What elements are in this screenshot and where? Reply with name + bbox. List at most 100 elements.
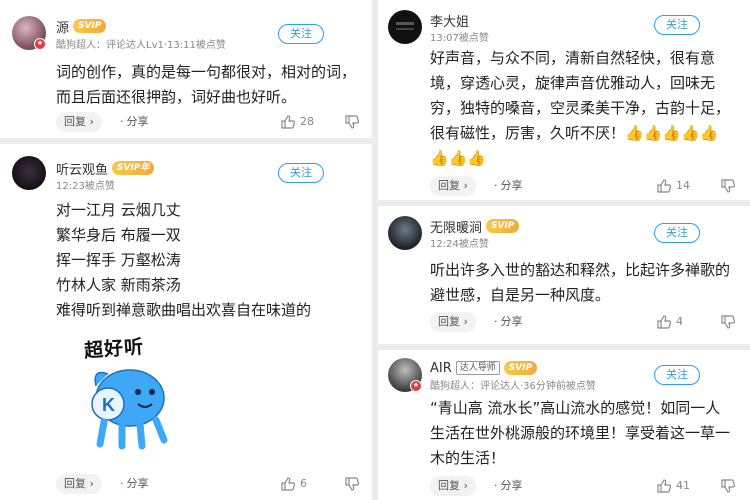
user-name[interactable]: 听云观鱼: [56, 159, 108, 178]
thumbs-down-icon: [720, 314, 736, 330]
comment-line: 对一江月 云烟几丈: [56, 201, 181, 219]
comment-card: 李大姐 13:07被点赞 关注 好声音，与众不同，清新自然轻快，很有意 境，穿透…: [378, 0, 750, 200]
user-name-row: 无限暖涧 SVIP: [430, 217, 520, 236]
reply-button[interactable]: 回复 ›: [56, 112, 102, 132]
svip-badge: SVIP: [486, 219, 520, 233]
like-count: 41: [676, 479, 690, 492]
reply-button[interactable]: 回复 ›: [430, 476, 476, 496]
share-button[interactable]: · 分享: [120, 112, 149, 132]
comment-line: 词的创作，真的是每一句都很对，相对的词，: [56, 63, 357, 81]
comment-line: 避世感，自是另一种风度。: [430, 286, 611, 304]
dislike-button[interactable]: [344, 476, 360, 492]
like-button[interactable]: 14: [656, 176, 690, 196]
thumbs-down-icon: [344, 114, 360, 130]
like-button[interactable]: 41: [656, 476, 690, 496]
user-name[interactable]: 无限暖涧: [430, 217, 482, 236]
dislike-button[interactable]: [720, 478, 736, 494]
share-label: 分享: [126, 115, 149, 128]
thumbs-up-icon: [656, 178, 672, 194]
user-name[interactable]: 源: [56, 17, 69, 36]
share-button[interactable]: · 分享: [494, 312, 523, 332]
comment-card: 听云观鱼 SVIP年 12:23被点赞 关注 对一江月 云烟几丈 繁华身后 布履…: [0, 144, 372, 500]
avatar[interactable]: [12, 156, 46, 190]
thumbs-up-icon: [656, 478, 672, 494]
left-column: ★ 源 SVIP 酷狗超人：评论达人Lv1·13:11被点赞 关注 词的创作，真…: [0, 0, 372, 500]
like-button[interactable]: 6: [280, 474, 307, 494]
share-label: 分享: [500, 179, 523, 192]
share-button[interactable]: · 分享: [120, 474, 149, 494]
reply-label: 回复: [438, 179, 460, 192]
comment-text: 好声音，与众不同，清新自然轻快，很有意 境，穿透心灵，旋律声音优雅动人，回味无 …: [430, 46, 730, 171]
comment-line: 听出许多入世的豁达和释然，比起许多禅歌的: [430, 261, 731, 279]
follow-button[interactable]: 关注: [278, 163, 324, 183]
share-icon: ·: [494, 179, 498, 192]
share-label: 分享: [126, 477, 149, 490]
svg-text:K: K: [102, 395, 115, 415]
thumbs-down-icon: [344, 476, 360, 492]
reply-label: 回复: [438, 315, 460, 328]
thumbs-up-icon: [280, 476, 296, 492]
share-icon: ·: [120, 477, 124, 490]
like-count: 14: [676, 179, 690, 192]
comment-line: 👍👍👍: [430, 149, 487, 167]
user-name-row: 源 SVIP: [56, 17, 107, 36]
reply-button[interactable]: 回复 ›: [430, 312, 476, 332]
like-button[interactable]: 4: [656, 312, 683, 332]
comment-line: 挥一挥手 万壑松涛: [56, 251, 181, 269]
like-count: 4: [676, 315, 683, 328]
comment-line: 穷，独特的嗓音，空灵柔美干净，古韵十足，: [430, 99, 731, 117]
comment-meta: 酷狗超人：评论达人Lv1·13:11被点赞: [56, 40, 226, 51]
thumbs-up-icon: [280, 114, 296, 130]
comment-text: 对一江月 云烟几丈 繁华身后 布履一双 挥一挥手 万壑松涛 竹林人家 新雨茶汤 …: [56, 198, 311, 323]
comment-line: “青山高 流水长”高山流水的感觉！如同一人: [430, 399, 721, 417]
reply-label: 回复: [64, 477, 86, 490]
thumbs-down-icon: [720, 478, 736, 494]
follow-button[interactable]: 关注: [654, 15, 700, 35]
kugou-mascot-icon: K: [91, 369, 168, 450]
svip-badge: SVIP: [73, 19, 107, 33]
avatar[interactable]: [388, 216, 422, 250]
avatar[interactable]: [388, 10, 422, 44]
level-badge-icon: ★: [410, 380, 422, 392]
share-icon: ·: [120, 115, 124, 128]
follow-button[interactable]: 关注: [278, 24, 324, 44]
level-badge-icon: ★: [34, 38, 46, 50]
comment-actions: 回复 › · 分享 6: [0, 474, 372, 496]
comment-line: 很有磁性，厉害，久听不厌！👍👍👍👍👍: [430, 124, 719, 142]
comment-line: 繁华身后 布履一双: [56, 226, 181, 244]
follow-button[interactable]: 关注: [654, 223, 700, 243]
comment-line: 木的生活！: [430, 449, 506, 467]
dislike-button[interactable]: [720, 178, 736, 194]
thumbs-down-icon: [720, 178, 736, 194]
share-button[interactable]: · 分享: [494, 476, 523, 496]
reply-label: 回复: [438, 479, 460, 492]
reply-button[interactable]: 回复 ›: [430, 176, 476, 196]
reply-button[interactable]: 回复 ›: [56, 474, 102, 494]
like-button[interactable]: 28: [280, 112, 314, 132]
comment-actions: 回复 › · 分享 14: [378, 176, 750, 198]
svip-year-badge: SVIP年: [112, 161, 155, 175]
comment-line: 生活在世外桃源般的环境里！享受着这一草一: [430, 424, 731, 442]
share-button[interactable]: · 分享: [494, 176, 523, 196]
comment-card: ★ 源 SVIP 酷狗超人：评论达人Lv1·13:11被点赞 关注 词的创作，真…: [0, 0, 372, 138]
sticker-image[interactable]: 超好听 K: [78, 334, 188, 454]
user-name-row: 李大姐: [430, 11, 469, 30]
comment-line: 而且后面还很押韵，词好曲也好听。: [56, 88, 297, 106]
comment-card: 无限暖涧 SVIP 12:24被点赞 关注 听出许多入世的豁达和释然，比起许多禅…: [378, 206, 750, 344]
dislike-button[interactable]: [720, 314, 736, 330]
user-name-row: 听云观鱼 SVIP年: [56, 159, 155, 178]
user-name-row: AIR 达人导师 SVIP: [430, 359, 538, 377]
comment-meta: 12:23被点赞: [56, 181, 115, 192]
follow-button[interactable]: 关注: [654, 365, 700, 385]
comment-actions: 回复 › · 分享 28: [0, 112, 372, 134]
user-name[interactable]: AIR: [430, 361, 452, 376]
comment-line: 境，穿透心灵，旋律声音优雅动人，回味无: [430, 74, 716, 92]
user-name[interactable]: 李大姐: [430, 11, 469, 30]
comment-actions: 回复 › · 分享 41: [378, 476, 750, 498]
share-icon: ·: [494, 315, 498, 328]
comment-actions: 回复 › · 分享 4: [378, 312, 750, 334]
comment-feed: ★ 源 SVIP 酷狗超人：评论达人Lv1·13:11被点赞 关注 词的创作，真…: [0, 0, 750, 500]
comment-meta: 13:07被点赞: [430, 33, 489, 44]
comment-line: 难得听到禅意歌曲唱出欢喜自在味道的: [56, 301, 312, 319]
dislike-button[interactable]: [344, 114, 360, 130]
